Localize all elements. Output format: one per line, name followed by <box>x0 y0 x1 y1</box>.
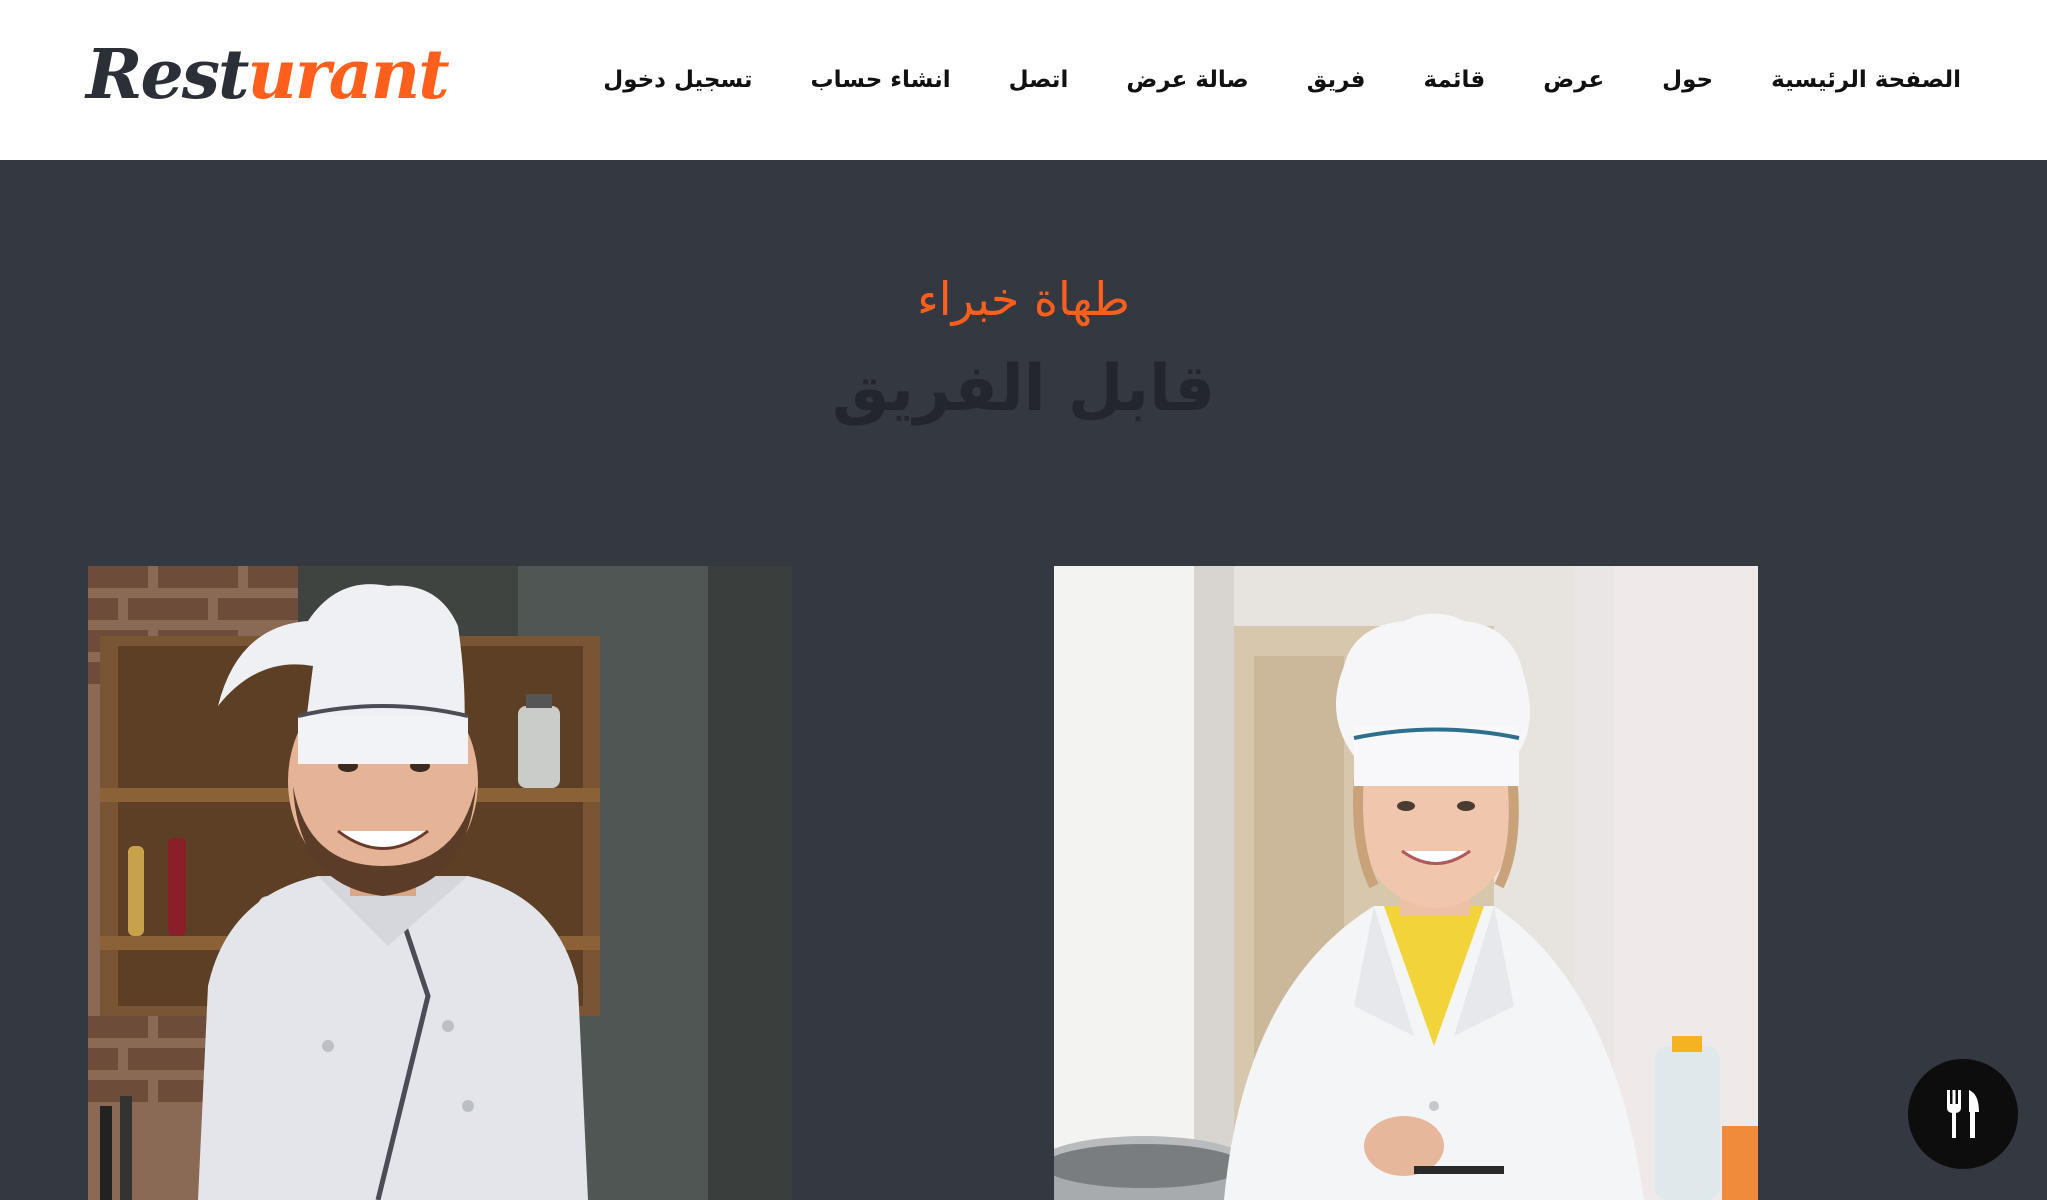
section-title: قابل الفريق <box>832 352 1215 426</box>
reservation-fab-button[interactable] <box>1908 1059 2018 1169</box>
nav-item-gallery[interactable]: صالة عرض <box>1126 67 1248 93</box>
team-card-female-chef[interactable] <box>1054 566 1758 1200</box>
nav-item-offer[interactable]: عرض <box>1543 67 1604 93</box>
logo-text-dark: Rest <box>86 35 249 115</box>
female-chef-photo <box>1054 566 1758 1200</box>
nav-item-team[interactable]: فريق <box>1307 67 1366 93</box>
male-chef-photo <box>88 566 792 1200</box>
nav-item-menu[interactable]: قائمة <box>1424 67 1486 93</box>
site-logo[interactable]: Rest urant <box>86 30 450 120</box>
section-kicker: طهاة خبراء <box>917 272 1130 326</box>
nav-item-contact[interactable]: اتصل <box>1009 67 1069 93</box>
fork-knife-icon <box>1947 1090 1979 1138</box>
team-card-male-chef[interactable] <box>88 566 792 1200</box>
main-nav: تسجيل دخول انشاء حساب اتصل صالة عرض فريق… <box>603 0 1961 160</box>
nav-item-home[interactable]: الصفحة الرئيسية <box>1771 67 1961 93</box>
nav-item-login[interactable]: تسجيل دخول <box>603 67 752 93</box>
logo-text-accent: urant <box>247 35 449 115</box>
site-header: Rest urant تسجيل دخول انشاء حساب اتصل صال… <box>0 0 2047 160</box>
nav-item-about[interactable]: حول <box>1662 67 1713 93</box>
nav-item-register[interactable]: انشاء حساب <box>811 67 951 93</box>
